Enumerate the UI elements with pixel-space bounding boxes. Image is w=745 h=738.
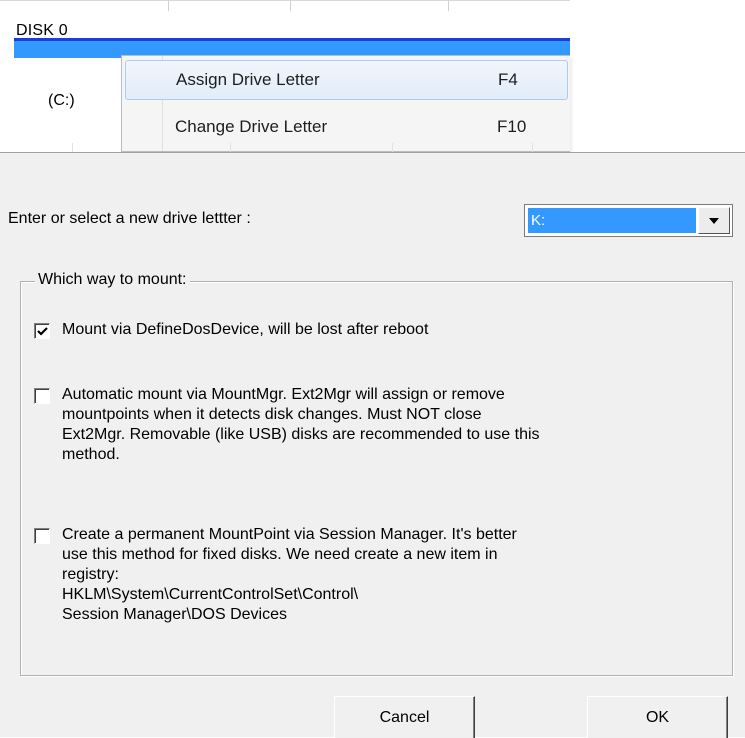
column-tick	[230, 143, 231, 152]
menu-item-assign-drive-letter[interactable]: Assign Drive Letter F4	[125, 60, 568, 100]
assign-drive-letter-dialog: Enter or select a new drive lettter : K:…	[0, 152, 745, 738]
menu-item-change-drive-letter[interactable]: Change Drive Letter F10	[125, 108, 568, 148]
cancel-button[interactable]: Cancel	[334, 696, 475, 738]
checkbox-define-dos-device[interactable]	[34, 323, 50, 339]
checkbox-checked-icon	[37, 327, 48, 336]
mount-method-group: Which way to mount: Mount via DefineDosD…	[20, 271, 733, 676]
context-menu: Assign Drive Letter F4 Change Drive Lett…	[121, 55, 570, 152]
drive-letter-combo[interactable]: K:	[524, 204, 733, 237]
column-separator	[168, 1, 169, 11]
column-tick	[72, 143, 73, 152]
drive-letter-value[interactable]: K:	[528, 208, 696, 233]
column-separator	[448, 1, 449, 11]
option-label: Automatic mount via MountMgr. Ext2Mgr wi…	[62, 386, 540, 463]
menu-item-shortcut: F10	[497, 117, 527, 136]
disk-list: DISK 0 (C:) Assign Drive Letter F4 Chang…	[0, 0, 570, 152]
menu-item-label: Assign Drive Letter	[176, 70, 320, 89]
disk-row-header[interactable]: DISK 0	[0, 0, 570, 41]
drive-letter-prompt: Enter or select a new drive lettter :	[8, 210, 251, 227]
menu-item-label: Change Drive Letter	[175, 117, 328, 136]
checkbox-unchecked-icon	[36, 530, 49, 543]
group-title: Which way to mount:	[35, 271, 190, 289]
dropdown-arrow-icon	[709, 217, 719, 224]
column-tick	[532, 143, 533, 152]
column-tick	[392, 143, 393, 152]
menu-item-shortcut: F4	[498, 70, 518, 89]
option-label: Create a permanent MountPoint via Sessio…	[62, 526, 517, 623]
checkbox-unchecked-icon	[36, 390, 49, 403]
option-label: Mount via DefineDosDevice, will be lost …	[62, 321, 429, 338]
ok-button[interactable]: OK	[587, 696, 728, 738]
column-separator	[290, 1, 291, 11]
checkbox-session-manager[interactable]	[34, 528, 50, 544]
checkbox-mountmgr[interactable]	[34, 388, 50, 404]
volume-label[interactable]: (C:)	[48, 92, 75, 110]
column-ticks	[0, 143, 570, 152]
dropdown-button[interactable]	[698, 207, 730, 234]
